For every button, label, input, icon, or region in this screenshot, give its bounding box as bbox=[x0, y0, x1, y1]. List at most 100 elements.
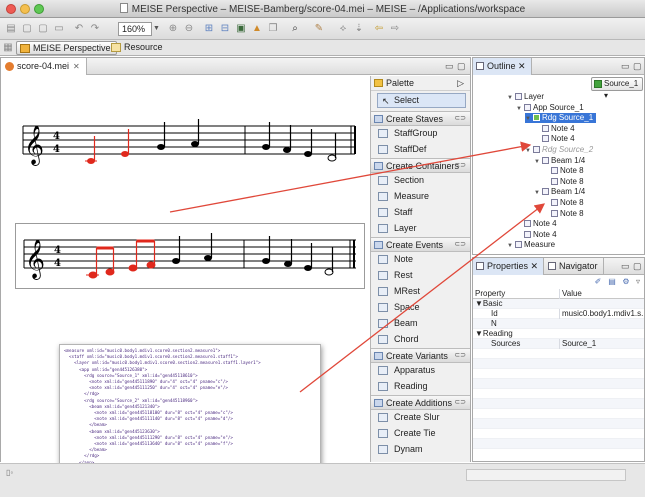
palette-tool[interactable]: Space bbox=[371, 300, 470, 316]
palette-header[interactable]: Palette ▷ bbox=[371, 76, 470, 91]
align-icon[interactable]: ⊞ bbox=[202, 22, 216, 35]
zoom-in-icon[interactable]: ⊕ bbox=[166, 22, 180, 35]
outline-tree-item[interactable]: Note 4 bbox=[534, 124, 578, 134]
palette-tool[interactable]: Create Tie bbox=[371, 426, 470, 442]
value-column-header[interactable]: Value bbox=[559, 289, 643, 299]
editor-tab-score[interactable]: score-04.mei ✕ bbox=[1, 58, 87, 75]
perspective-meise[interactable]: MEISE Perspective bbox=[16, 41, 117, 55]
property-row[interactable]: ▼Basic bbox=[473, 299, 644, 309]
advanced-icon[interactable]: ⚙ bbox=[621, 277, 631, 287]
palette-drawer[interactable]: Create Variants ⊂⊃ bbox=[371, 348, 470, 363]
expand-toggle-icon[interactable]: ▼ bbox=[507, 93, 515, 103]
outline-tree-item[interactable]: Note 8 bbox=[543, 209, 587, 219]
tab-navigator[interactable]: Navigator bbox=[545, 258, 604, 275]
view-menu-icon[interactable]: ▿ bbox=[633, 277, 643, 287]
palette-tool[interactable]: Dynam bbox=[371, 442, 470, 458]
palette-tool[interactable]: Create Slur bbox=[371, 410, 470, 426]
outline-tree-item[interactable]: ▼ App Source_1 bbox=[516, 103, 587, 113]
property-value[interactable]: music0.body1.mdiv1.s... bbox=[559, 309, 643, 319]
outline-tree-item[interactable]: Note 8 bbox=[543, 166, 587, 176]
back-icon[interactable]: ⇦ bbox=[372, 22, 386, 35]
property-row[interactable]: Sources Source_1 bbox=[473, 339, 644, 349]
outline-tree-item[interactable]: ▼ Rdg Source_2 bbox=[525, 145, 596, 155]
note-m2b-2[interactable] bbox=[284, 239, 293, 267]
pin-icon[interactable]: ✐ bbox=[593, 277, 603, 287]
maximize-icon[interactable]: ▢ bbox=[633, 261, 642, 272]
palette-drawer[interactable]: Create Additions ⊂⊃ bbox=[371, 395, 470, 410]
expand-toggle-icon[interactable]: ▼ bbox=[534, 188, 542, 198]
property-row[interactable]: N bbox=[473, 319, 644, 329]
zoom-combo[interactable]: 160% bbox=[118, 22, 152, 36]
palette-tool[interactable]: Rest bbox=[371, 268, 470, 284]
palette-select-tool[interactable]: ↖ Select bbox=[377, 93, 466, 108]
copy-icon[interactable]: ❐ bbox=[266, 22, 280, 35]
palette-tool[interactable]: Apparatus bbox=[371, 363, 470, 379]
pin-icon[interactable]: ⊂⊃ bbox=[454, 238, 466, 252]
print-icon[interactable]: ▭ bbox=[52, 22, 66, 35]
beam-group-2[interactable] bbox=[128, 239, 156, 272]
tab-properties[interactable]: Properties ✕ bbox=[473, 258, 545, 275]
perspective-resource[interactable]: Resource bbox=[108, 41, 168, 55]
outline-tree-item[interactable]: ▼ Measure bbox=[507, 240, 558, 250]
outline-tree-item[interactable]: Note 4 bbox=[516, 219, 560, 229]
outline-tree-item[interactable]: ▼ Beam 1/4 bbox=[534, 156, 588, 166]
palette-drawer[interactable]: Create Staves ⊂⊃ bbox=[371, 111, 470, 126]
palette-tool[interactable]: Beam bbox=[371, 316, 470, 332]
filter-icon[interactable]: ⟡ bbox=[336, 22, 350, 35]
outline-tree-item[interactable]: Note 8 bbox=[543, 198, 587, 208]
next-annotation-icon[interactable]: ⇣ bbox=[352, 22, 366, 35]
property-value[interactable]: Source_1 bbox=[559, 339, 643, 349]
expand-toggle-icon[interactable]: ▼ bbox=[534, 157, 542, 167]
minimize-icon[interactable]: ▭ bbox=[445, 61, 454, 72]
palette-tool[interactable]: Section bbox=[371, 173, 470, 189]
palette-tool[interactable]: MRest bbox=[371, 284, 470, 300]
outline-tree-item[interactable]: Note 4 bbox=[516, 230, 560, 240]
palette-tool[interactable]: Reading bbox=[371, 379, 470, 395]
staff-source-2[interactable]: 𝄞 4 4 bbox=[16, 224, 364, 288]
score-canvas[interactable]: 𝄞 4 4 𝄞 4 4 <measure xml:id="music0.body… bbox=[1, 76, 370, 472]
outline-tree-item[interactable]: ▼ Beam 1/4 bbox=[534, 187, 588, 197]
palette-tool[interactable]: Measure bbox=[371, 189, 470, 205]
maximize-icon[interactable]: ▢ bbox=[633, 61, 642, 72]
outline-tree-item[interactable]: Note 8 bbox=[543, 177, 587, 187]
palette-tool[interactable]: Layer bbox=[371, 221, 470, 237]
pin-icon[interactable]: ⊂⊃ bbox=[454, 159, 466, 173]
note-m2-2[interactable] bbox=[283, 125, 292, 153]
warning-icon[interactable]: ▲ bbox=[250, 22, 264, 35]
save-icon[interactable]: ▢ bbox=[20, 22, 34, 35]
undo-icon[interactable]: ↶ bbox=[72, 22, 86, 35]
open-perspective-icon[interactable]: ▦ bbox=[2, 41, 14, 54]
maximize-icon[interactable]: ▢ bbox=[457, 61, 466, 72]
property-row[interactable]: Id music0.body1.mdiv1.s... bbox=[473, 309, 644, 319]
minimize-icon[interactable]: ▭ bbox=[621, 261, 630, 272]
palette-drawer[interactable]: Create Events ⊂⊃ bbox=[371, 237, 470, 252]
chevron-down-icon[interactable]: ▼ bbox=[153, 22, 162, 36]
search-icon[interactable]: ⌕ bbox=[288, 22, 302, 35]
expand-toggle-icon[interactable]: ▼ bbox=[525, 146, 533, 156]
zoom-out-icon[interactable]: ⊖ bbox=[182, 22, 196, 35]
printer-icon[interactable]: ▣ bbox=[234, 22, 248, 35]
expand-toggle-icon[interactable]: ▼ bbox=[516, 104, 524, 114]
redo-icon[interactable]: ↷ bbox=[88, 22, 102, 35]
property-column-header[interactable]: Property bbox=[475, 289, 559, 299]
save-all-icon[interactable]: ▢ bbox=[36, 22, 50, 35]
pin-icon[interactable]: ⊂⊃ bbox=[454, 349, 466, 363]
tab-outline[interactable]: Outline ✕ bbox=[473, 58, 532, 75]
beam-group-1[interactable] bbox=[86, 246, 115, 279]
palette-tool[interactable]: Staff bbox=[371, 205, 470, 221]
staff-source-1[interactable]: 𝄞 4 4 bbox=[15, 112, 365, 172]
source-select[interactable]: Source_1 ▾ bbox=[591, 77, 643, 100]
outline-tree-item[interactable]: ▼ Layer bbox=[507, 92, 547, 102]
palette-tool[interactable]: Note bbox=[371, 252, 470, 268]
chevron-right-icon[interactable]: ▷ bbox=[457, 76, 464, 90]
expand-toggle-icon[interactable]: ▼ bbox=[507, 241, 515, 251]
close-icon[interactable]: ✕ bbox=[73, 62, 80, 71]
palette-tool[interactable]: StaffGroup bbox=[371, 126, 470, 142]
property-row[interactable]: ▼Reading bbox=[473, 329, 644, 339]
pin-icon[interactable]: ⊂⊃ bbox=[454, 112, 466, 126]
palette-drawer[interactable]: Create Containers ⊂⊃ bbox=[371, 158, 470, 173]
minimize-icon[interactable]: ▭ bbox=[621, 61, 630, 72]
close-icon[interactable]: ✕ bbox=[518, 61, 526, 71]
palette-tool[interactable]: StaffDef bbox=[371, 142, 470, 158]
new-icon[interactable]: ▤ bbox=[4, 22, 18, 35]
